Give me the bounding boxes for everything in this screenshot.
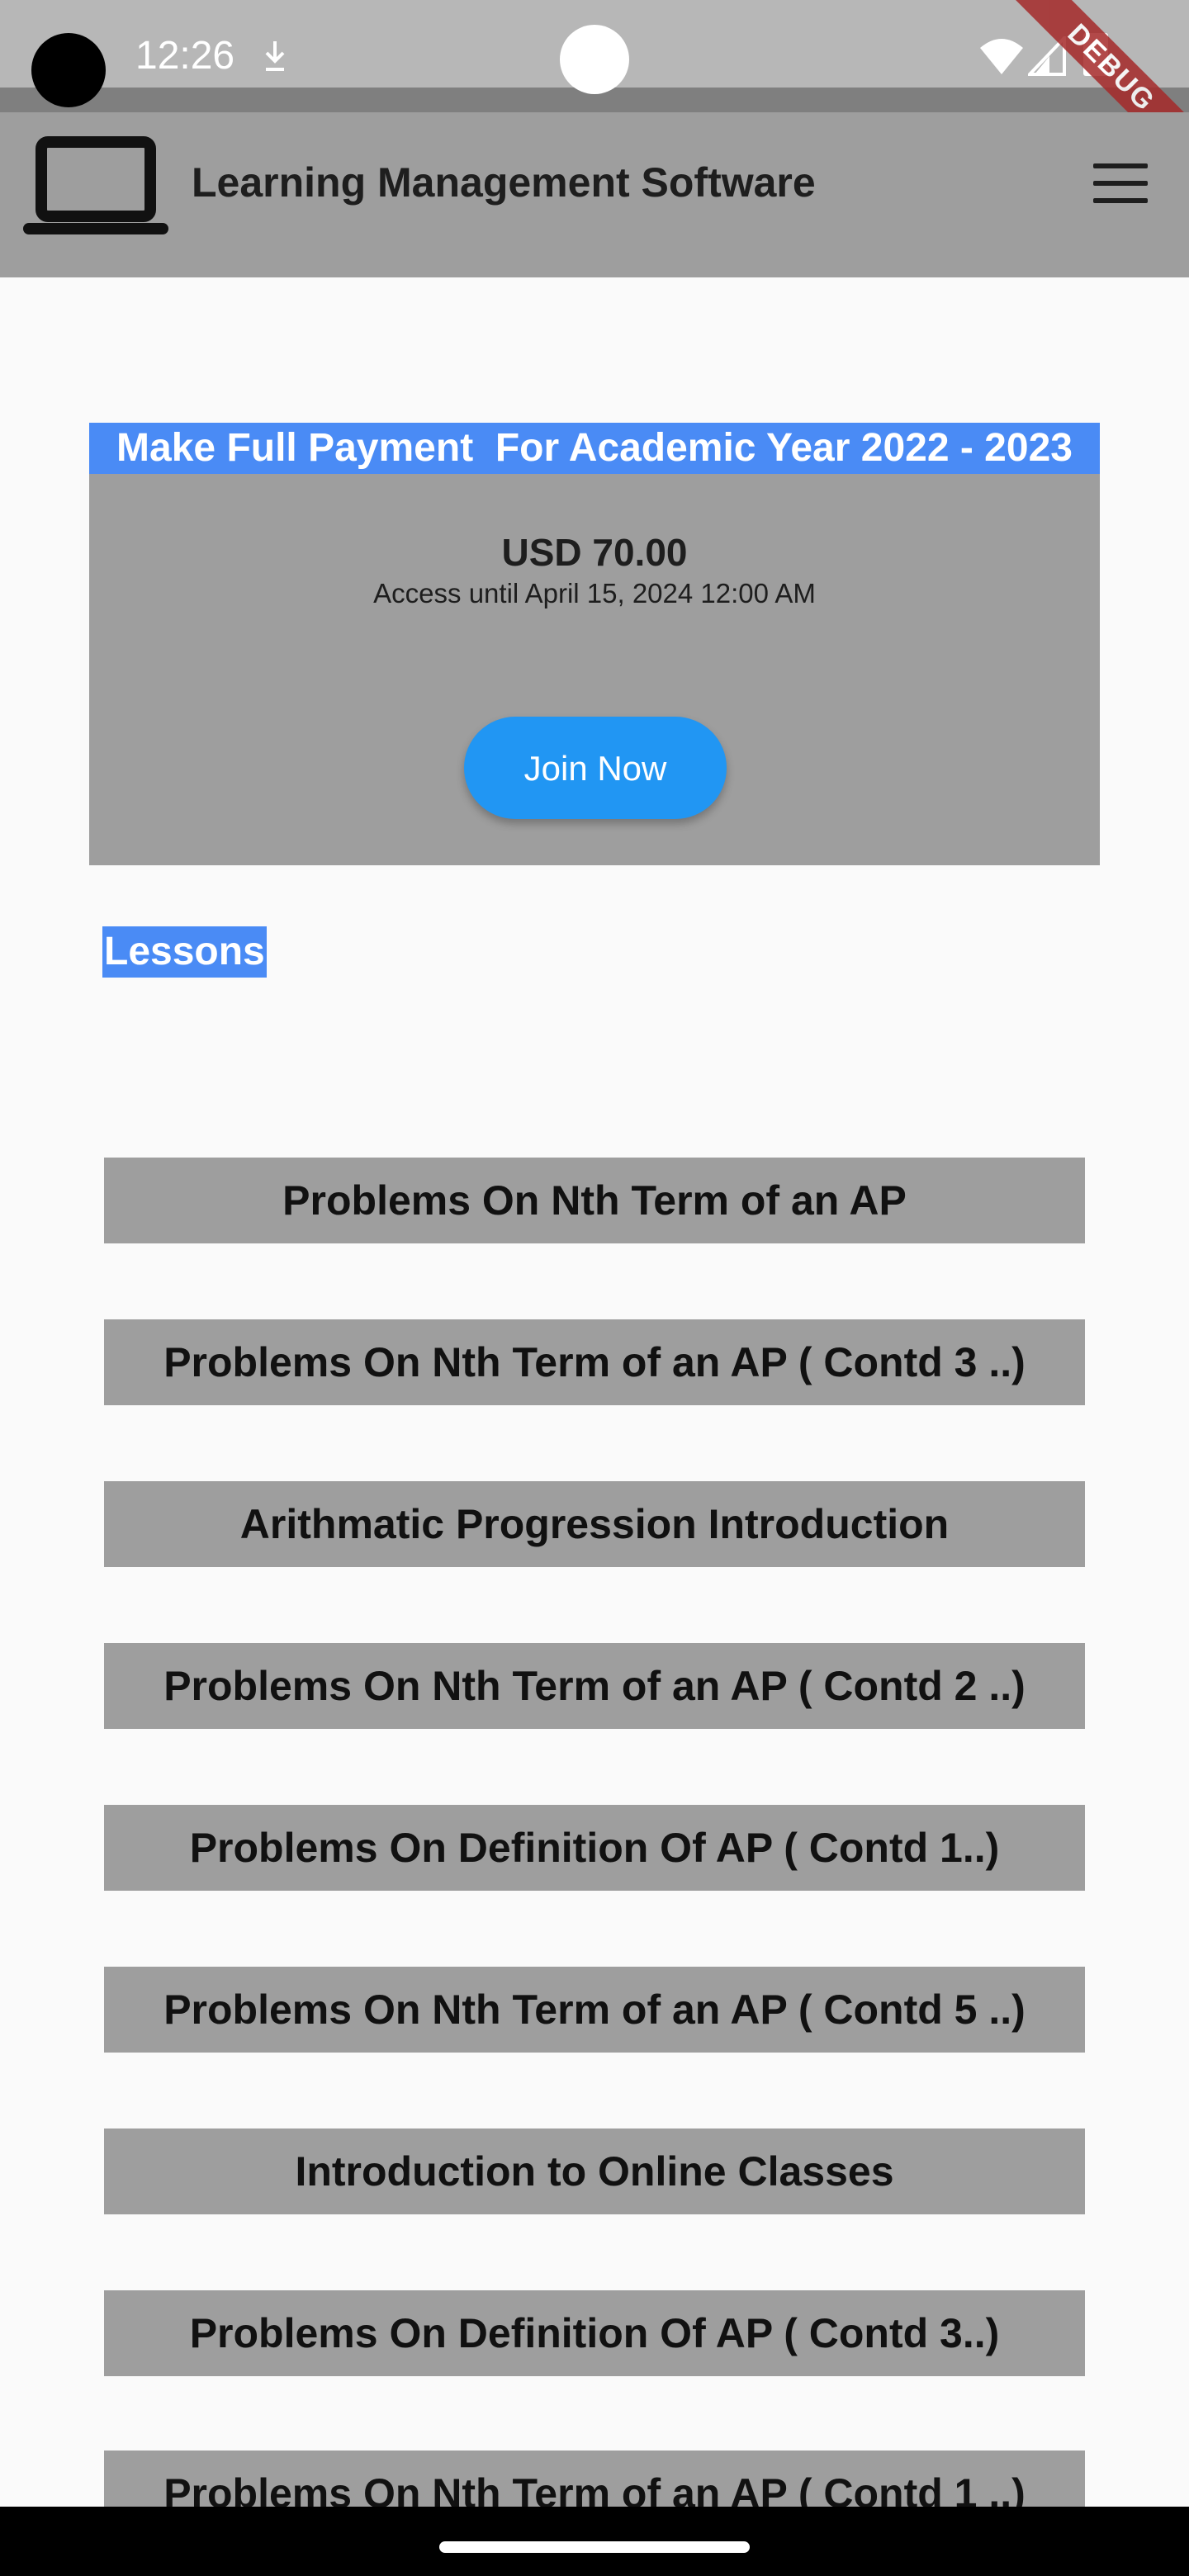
navigation-bar [0, 2507, 1189, 2576]
app-bar: Learning Management Software [0, 112, 1189, 277]
status-time: 12:26 [135, 34, 235, 78]
app-title: Learning Management Software [192, 159, 816, 206]
payment-header: Make Full Payment For Academic Year 2022… [89, 423, 1100, 474]
menu-icon[interactable] [1093, 163, 1148, 203]
lesson-item[interactable]: Introduction to Online Classes [104, 2129, 1085, 2214]
front-camera [560, 25, 629, 94]
access-until-label: Access until April 15, 2024 12:00 AM [373, 578, 816, 608]
lesson-item[interactable]: Problems On Nth Term of an AP [104, 1158, 1085, 1243]
lesson-item[interactable]: Problems On Nth Term of an AP ( Contd 3 … [104, 1319, 1085, 1405]
lesson-item[interactable]: Problems On Definition Of AP ( Contd 1..… [104, 1805, 1085, 1891]
status-bar: 12:26 DEBUG [0, 0, 1189, 193]
payment-card: Make Full Payment For Academic Year 2022… [89, 423, 1100, 865]
join-now-button[interactable]: Join Now [464, 717, 727, 819]
lesson-item[interactable]: Problems On Nth Term of an AP ( Contd 5 … [104, 1967, 1085, 2053]
camera-cutout [31, 33, 106, 107]
home-gesture-handle[interactable] [439, 2541, 750, 2553]
lesson-item[interactable]: Problems On Definition Of AP ( Contd 3..… [104, 2290, 1085, 2376]
lessons-heading: Lessons [102, 926, 267, 978]
laptop-icon [23, 136, 168, 234]
price-label: USD 70.00 [501, 531, 688, 574]
download-icon [265, 41, 285, 71]
wifi-icon [980, 39, 1023, 74]
lesson-item[interactable]: Arithmatic Progression Introduction [104, 1481, 1085, 1567]
lesson-item[interactable]: Problems On Nth Term of an AP ( Contd 2 … [104, 1643, 1085, 1729]
